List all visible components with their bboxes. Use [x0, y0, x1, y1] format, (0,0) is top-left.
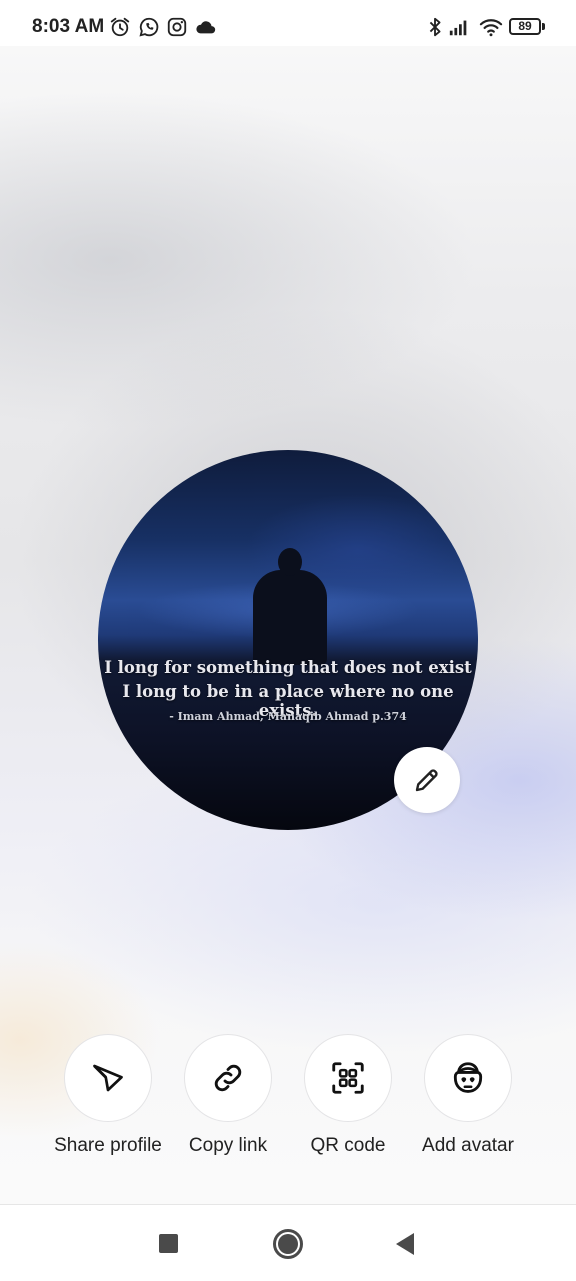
share-profile-button[interactable]	[64, 1034, 152, 1122]
copy-link-label: Copy link	[188, 1135, 268, 1156]
avatar-quote-attribution: - Imam Ahmad, Manaqib Ahmad p.374	[169, 710, 407, 723]
link-icon	[214, 1064, 242, 1092]
instagram-icon	[167, 17, 187, 37]
copy-link-action[interactable]: Copy link	[158, 1034, 298, 1157]
copy-link-button[interactable]	[184, 1034, 272, 1122]
qr-code-action[interactable]: QR code	[278, 1034, 418, 1157]
qr-code-icon	[332, 1062, 364, 1094]
back-icon[interactable]	[396, 1233, 414, 1255]
wifi-icon	[479, 19, 503, 37]
whatsapp-icon	[139, 17, 159, 37]
status-bar: 8:03 AM 89	[0, 0, 576, 46]
add-avatar-button[interactable]	[424, 1034, 512, 1122]
recents-icon[interactable]	[159, 1234, 178, 1253]
add-avatar-action[interactable]: Add avatar	[398, 1034, 538, 1157]
battery-indicator: 89	[509, 18, 541, 35]
qr-code-button[interactable]	[304, 1034, 392, 1122]
status-time: 8:03 AM	[32, 16, 105, 37]
alarm-icon	[110, 17, 130, 37]
pencil-icon	[415, 769, 438, 792]
home-icon-dot	[278, 1234, 298, 1254]
bluetooth-icon	[429, 17, 441, 37]
system-nav-bar	[0, 1204, 576, 1281]
battery-tip	[542, 23, 545, 30]
signal-icon	[449, 20, 467, 36]
cloud-icon	[196, 21, 216, 34]
add-avatar-label: Add avatar	[422, 1135, 514, 1156]
share-profile-action[interactable]: Share profile	[38, 1034, 178, 1157]
avatar-figure-head	[278, 548, 302, 576]
edit-avatar-button[interactable]	[394, 747, 460, 813]
avatar-face-icon	[453, 1062, 483, 1093]
avatar-figure	[253, 570, 327, 665]
qr-code-label: QR code	[310, 1135, 386, 1156]
share-profile-label: Share profile	[54, 1135, 162, 1156]
send-icon	[93, 1064, 123, 1092]
avatar-quote-line-1: I long for something that does not exist	[104, 658, 472, 677]
